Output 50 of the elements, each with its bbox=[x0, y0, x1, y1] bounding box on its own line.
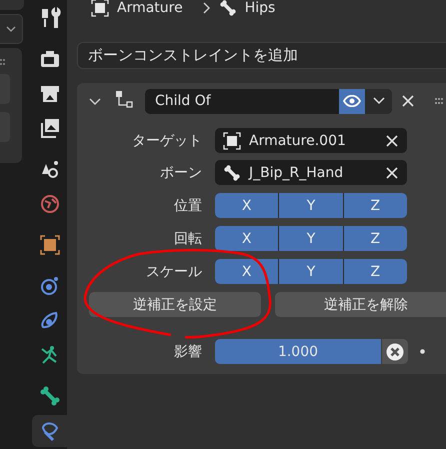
target-field[interactable]: Armature.001 bbox=[215, 128, 407, 153]
clear-icon bbox=[385, 134, 399, 148]
orbit-icon bbox=[38, 275, 60, 298]
influence-slider[interactable]: 1.000 bbox=[215, 339, 381, 364]
drag-handle-icon bbox=[435, 97, 443, 105]
slider-value: 1.000 bbox=[278, 344, 318, 360]
field-label: 位置 bbox=[173, 196, 203, 214]
keyframe-dot-icon[interactable] bbox=[420, 349, 425, 354]
field-label: 回転 bbox=[173, 230, 203, 248]
breadcrumb-item: Armature bbox=[117, 0, 183, 16]
clear-button[interactable] bbox=[382, 339, 408, 364]
bone-icon bbox=[38, 385, 60, 408]
square-icon bbox=[38, 234, 60, 256]
axis-toggle[interactable]: Z bbox=[344, 226, 407, 251]
close-icon bbox=[401, 94, 415, 108]
field-label: ターゲット bbox=[131, 132, 203, 150]
field-label: 影響 bbox=[173, 342, 203, 360]
bone-icon bbox=[218, 0, 237, 17]
axis-toggle[interactable]: Z bbox=[344, 259, 407, 284]
axis-toggle[interactable]: Z bbox=[344, 193, 407, 218]
delete-button[interactable] bbox=[401, 94, 415, 108]
clear-icon bbox=[385, 166, 399, 180]
object-icon bbox=[91, 0, 109, 17]
dropdown-button[interactable] bbox=[365, 88, 392, 114]
field-label: スケール bbox=[145, 262, 203, 280]
dropdown-field[interactable] bbox=[0, 14, 23, 44]
axis-toggle[interactable]: X bbox=[215, 226, 278, 251]
axis-toggle[interactable]: X bbox=[215, 193, 278, 218]
name-field[interactable]: Child Of bbox=[145, 88, 392, 114]
properties-tab[interactable] bbox=[32, 414, 67, 447]
axis-toggle[interactable]: Y bbox=[279, 226, 343, 251]
bone-field[interactable]: J_Bip_R_Hand bbox=[215, 160, 407, 185]
chevron-icon bbox=[372, 97, 384, 105]
chevron-right-icon bbox=[202, 2, 211, 14]
bone-icon bbox=[223, 164, 241, 182]
drag-handle-icon bbox=[0, 58, 6, 66]
axis-toggle[interactable]: Y bbox=[279, 193, 343, 218]
globe-icon bbox=[38, 192, 60, 215]
breadcrumb-item: Hips bbox=[244, 0, 276, 16]
eye-icon bbox=[343, 95, 361, 107]
axis-toggle[interactable]: X bbox=[215, 259, 278, 284]
object-icon bbox=[223, 132, 241, 150]
visibility-toggle[interactable] bbox=[339, 88, 365, 114]
images-icon bbox=[38, 117, 60, 140]
inverse-button[interactable]: 逆補正を設定 bbox=[89, 292, 261, 317]
add-constraint-button[interactable]: ボーンコンストレイントを追加 bbox=[77, 42, 446, 69]
field-label: ボーン bbox=[159, 164, 203, 182]
inverse-button[interactable]: 逆補正を解除 bbox=[275, 292, 446, 317]
chevron-icon bbox=[6, 26, 16, 32]
axis-toggle[interactable]: Y bbox=[279, 259, 343, 284]
